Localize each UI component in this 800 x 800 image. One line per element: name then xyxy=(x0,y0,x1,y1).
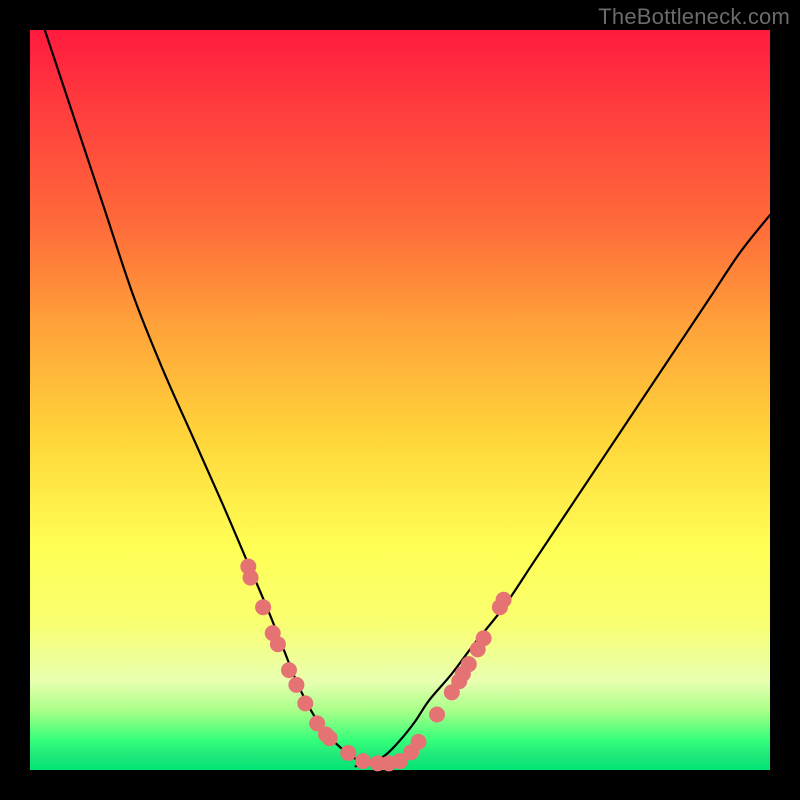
data-dot xyxy=(288,677,304,693)
data-dot xyxy=(429,707,445,723)
chart-frame: TheBottleneck.com xyxy=(0,0,800,800)
curve-right-curve xyxy=(356,215,770,766)
plot-area xyxy=(30,30,770,770)
curves-svg xyxy=(30,30,770,770)
data-dot xyxy=(243,570,259,586)
data-dot xyxy=(355,753,371,769)
data-dot xyxy=(411,734,427,750)
curve-left-curve xyxy=(45,30,385,766)
data-dot xyxy=(270,636,286,652)
data-dot xyxy=(461,656,477,672)
watermark-text: TheBottleneck.com xyxy=(598,4,790,30)
data-dot xyxy=(281,662,297,678)
data-dot xyxy=(322,730,338,746)
data-dot xyxy=(297,695,313,711)
curve-group xyxy=(45,30,770,766)
data-dot xyxy=(496,592,512,608)
data-dot xyxy=(255,599,271,615)
dot-group xyxy=(240,559,511,772)
data-dot xyxy=(340,745,356,761)
data-dot xyxy=(476,630,492,646)
